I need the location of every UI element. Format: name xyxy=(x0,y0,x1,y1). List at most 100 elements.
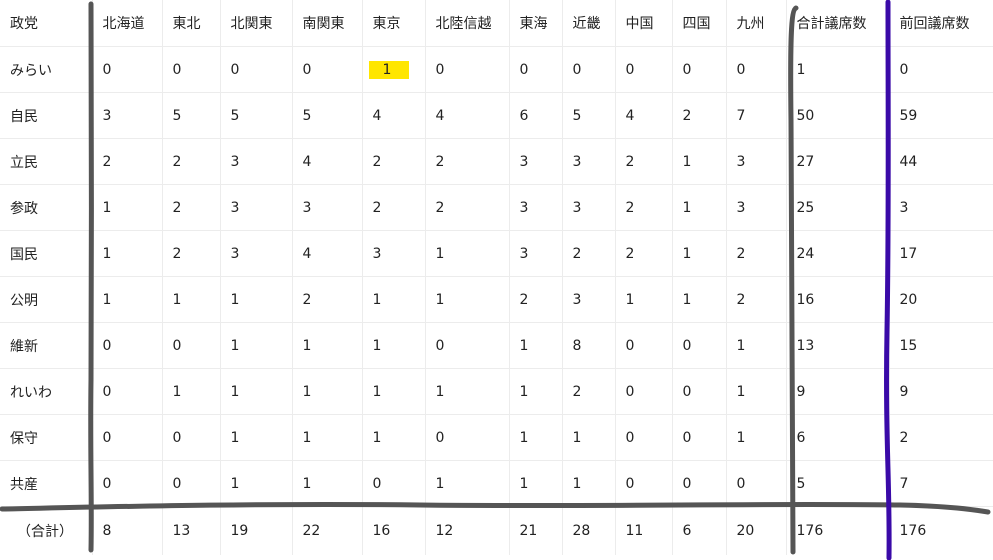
seat-cell-text: 2 xyxy=(172,153,182,170)
sum-cell: 28 xyxy=(562,506,616,555)
seat-cell-text: 5 xyxy=(572,107,582,124)
seat-cell-text: 0 xyxy=(682,429,692,446)
party-cell: 共産 xyxy=(0,460,93,507)
header-total: 合計議席数 xyxy=(786,0,890,47)
seat-cell: 1 xyxy=(292,322,363,369)
seat-cell-text: 1 xyxy=(519,383,529,400)
seat-cell: 8 xyxy=(562,322,616,369)
seat-cell-text: 1 xyxy=(435,383,445,400)
seat-cell: 1 xyxy=(726,368,787,415)
seat-cell: 0 xyxy=(162,460,221,507)
seat-cell-text: 2 xyxy=(572,383,582,400)
seat-cell-text: 1 xyxy=(572,475,582,492)
seat-cell: 3 xyxy=(562,276,616,323)
sum-cell: 12 xyxy=(425,506,510,555)
total-cell-text: 5 xyxy=(796,475,806,492)
sum-cell: 8 xyxy=(92,506,163,555)
seat-cell-text: 1 xyxy=(372,429,382,446)
seat-cell: 5 xyxy=(162,92,221,139)
seat-cell-text: 1 xyxy=(230,429,240,446)
seat-cell-text: 1 xyxy=(302,475,312,492)
seat-cell: 3 xyxy=(509,184,563,231)
grand-total-cell: 176 xyxy=(786,506,890,555)
previous-total-cell-text: 176 xyxy=(899,523,927,539)
party-cell-text: 維新 xyxy=(10,338,38,355)
party-cell: みらい xyxy=(0,46,93,93)
header-previous: 前回議席数 xyxy=(889,0,993,47)
seat-cell: 2 xyxy=(362,138,426,185)
previous-cell: 59 xyxy=(889,92,993,139)
total-cell: 1 xyxy=(786,46,890,93)
seat-cell-text: 1 xyxy=(230,475,240,492)
seat-cell-text: 4 xyxy=(625,107,635,124)
sum-cell-text: 12 xyxy=(435,523,454,539)
seat-cell-text: 0 xyxy=(625,429,635,446)
seat-cell-text: 1 xyxy=(736,337,746,354)
seat-cell: 0 xyxy=(615,46,673,93)
sum-cell: 16 xyxy=(362,506,426,555)
seat-cell: 4 xyxy=(425,92,510,139)
total-cell: 24 xyxy=(786,230,890,277)
seat-cell: 2 xyxy=(425,138,510,185)
seat-cell: 2 xyxy=(562,368,616,415)
header-region: 中国 xyxy=(615,0,673,47)
total-cell: 27 xyxy=(786,138,890,185)
seat-cell-text: 1 xyxy=(519,337,529,354)
seat-cell: 1 xyxy=(162,368,221,415)
seat-cell: 1 xyxy=(425,460,510,507)
sum-cell: 20 xyxy=(726,506,787,555)
party-cell: 参政 xyxy=(0,184,93,231)
party-cell: 国民 xyxy=(0,230,93,277)
header-row: 政党 北海道 東北 北関東 南関東 東京 北陸信越 東海 近畿 中国 四国 九州… xyxy=(0,0,993,47)
seat-cell-text: 1 xyxy=(736,429,746,446)
seat-cell-text: 5 xyxy=(230,107,240,124)
seat-cell-text: 0 xyxy=(102,61,112,78)
seat-cell-text: 2 xyxy=(172,245,182,262)
seat-cell: 2 xyxy=(726,276,787,323)
seat-cell: 3 xyxy=(726,138,787,185)
header-region: 南関東 xyxy=(292,0,363,47)
seat-cell: 1 xyxy=(562,460,616,507)
seat-cell-text: 0 xyxy=(625,383,635,400)
seat-cell: 1 xyxy=(672,138,727,185)
seat-cell: 0 xyxy=(562,46,616,93)
seat-cell: 4 xyxy=(362,92,426,139)
seat-cell: 1 xyxy=(726,414,787,461)
seat-cell-text: 7 xyxy=(736,107,746,124)
total-cell-text: 9 xyxy=(796,383,806,400)
seat-cell-text: 4 xyxy=(302,153,312,170)
seat-cell: 0 xyxy=(672,368,727,415)
seat-cell-text: 1 xyxy=(368,60,410,79)
sum-cell-text: 16 xyxy=(372,523,391,539)
seat-cell: 3 xyxy=(220,184,293,231)
seat-cell: 1 xyxy=(220,414,293,461)
seat-cell: 0 xyxy=(162,414,221,461)
sum-cell-text: 11 xyxy=(625,523,644,539)
seat-cell: 0 xyxy=(672,460,727,507)
seat-cell-text: 2 xyxy=(682,107,692,124)
sum-cell: 11 xyxy=(615,506,673,555)
seat-cell: 3 xyxy=(220,230,293,277)
previous-cell: 17 xyxy=(889,230,993,277)
seat-cell: 2 xyxy=(362,184,426,231)
seat-cell: 2 xyxy=(425,184,510,231)
seat-cell-text: 1 xyxy=(435,291,445,308)
seat-cell: 2 xyxy=(292,276,363,323)
party-cell-text: 自民 xyxy=(10,108,38,125)
header-region: 東海 xyxy=(509,0,563,47)
party-cell-text: 立民 xyxy=(10,154,38,171)
table-row: みらい 0 0 0 0 1 0 0 0 0 0 0 1 0 xyxy=(0,46,993,93)
seat-cell: 4 xyxy=(292,230,363,277)
total-row: （合計） 8 13 19 22 16 12 21 28 11 6 20 176 176 xyxy=(0,506,993,555)
seat-cell: 3 xyxy=(562,184,616,231)
seat-cell: 1 xyxy=(425,276,510,323)
seat-cell: 1 xyxy=(362,414,426,461)
seat-cell: 0 xyxy=(425,322,510,369)
seat-cell-text: 2 xyxy=(736,245,746,262)
sum-cell-text: 22 xyxy=(302,523,321,539)
table-row: 維新 0 0 1 1 1 0 1 8 0 0 1 13 15 xyxy=(0,322,993,369)
seat-cell: 1 xyxy=(220,322,293,369)
seat-cell: 1 xyxy=(509,322,563,369)
seat-cell-text: 2 xyxy=(435,199,445,216)
party-cell-text: 国民 xyxy=(10,246,38,263)
